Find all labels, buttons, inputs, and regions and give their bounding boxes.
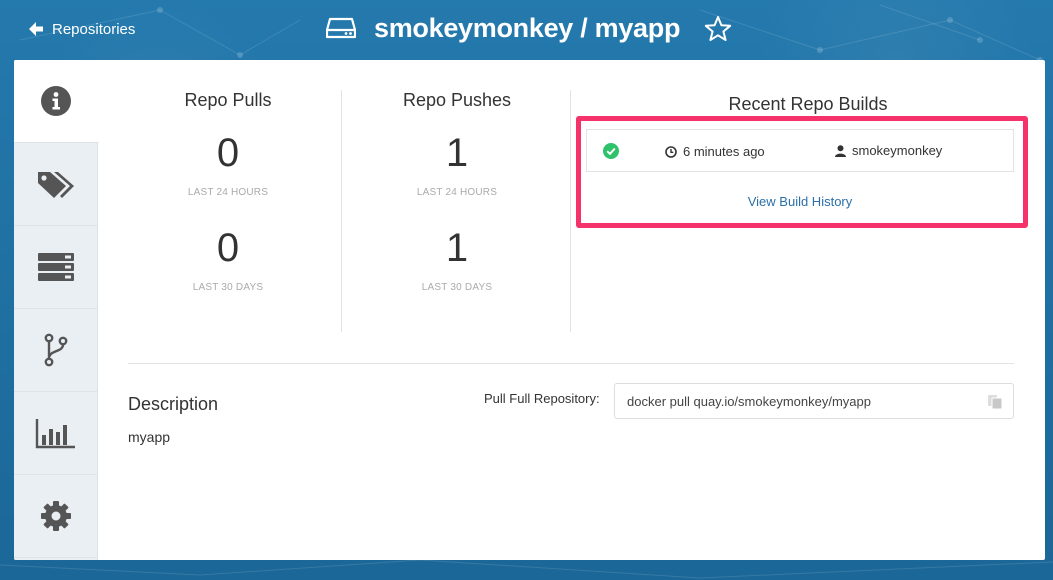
- view-build-history-link[interactable]: View Build History: [698, 194, 902, 209]
- side-tab-bar: [14, 60, 99, 560]
- gear-icon: [41, 501, 71, 531]
- git-branch-icon: [44, 333, 68, 367]
- repo-pushes-stats: Repo Pushes 1 LAST 24 HOURS 1 LAST 30 DA…: [343, 90, 571, 293]
- pushes-24h-count: 1: [445, 131, 469, 175]
- repo-title: smokeymonkey / myapp: [374, 12, 681, 43]
- recent-builds-heading: Recent Repo Builds: [728, 94, 888, 114]
- check-circle-icon: [603, 143, 619, 159]
- tab-builds[interactable]: [14, 226, 98, 309]
- tags-icon: [38, 172, 74, 198]
- description-heading: Description: [128, 394, 219, 414]
- pulls-30d-count: 0: [216, 226, 240, 270]
- repo-pushes-heading: Repo Pushes: [402, 90, 512, 110]
- info-content: Repo Pulls 0 LAST 24 HOURS 0 LAST 30 DAY…: [98, 60, 1045, 560]
- copy-clipboard-icon[interactable]: [987, 394, 1003, 410]
- repo-title-bar: smokeymonkey / myapp: [326, 8, 732, 48]
- repo-pulls-heading: Repo Pulls: [184, 90, 272, 110]
- section-divider: [128, 363, 1014, 364]
- back-link-label: Repositories: [52, 20, 136, 38]
- pushes-30d-count: 1: [445, 226, 469, 270]
- build-user: smokeymonkey: [835, 143, 942, 158]
- pushes-30d-label: LAST 30 DAYS: [421, 282, 493, 293]
- build-time: 6 minutes ago: [665, 144, 765, 159]
- pulls-30d-label: LAST 30 DAYS: [192, 282, 264, 293]
- build-row[interactable]: 6 minutes ago smokeymonkey: [586, 129, 1014, 172]
- tab-usage-logs[interactable]: [14, 392, 98, 475]
- hard-drive-icon: [326, 17, 356, 39]
- arrow-left-icon: [29, 22, 43, 36]
- bar-chart-icon: [35, 419, 75, 449]
- back-to-repositories-link[interactable]: Repositories: [28, 18, 135, 40]
- repo-panel: Repo Pulls 0 LAST 24 HOURS 0 LAST 30 DAY…: [14, 60, 1045, 560]
- description-text[interactable]: myapp: [128, 429, 170, 445]
- repo-pulls-stats: Repo Pulls 0 LAST 24 HOURS 0 LAST 30 DAY…: [114, 90, 342, 293]
- build-user-text: smokeymonkey: [852, 143, 943, 158]
- tab-settings[interactable]: [14, 475, 98, 558]
- tab-tags[interactable]: [14, 143, 98, 226]
- info-icon: [41, 86, 71, 116]
- pull-command-label: Pull Full Repository:: [484, 391, 600, 406]
- top-bar: Repositories smokeymonkey / myapp: [0, 0, 1053, 58]
- column-divider: [570, 90, 571, 332]
- user-icon: [835, 144, 846, 157]
- pulls-24h-label: LAST 24 HOURS: [187, 187, 269, 198]
- pulls-24h-count: 0: [216, 131, 240, 175]
- clock-icon: [665, 145, 677, 158]
- pull-command-input[interactable]: [614, 383, 1014, 419]
- column-divider: [341, 90, 342, 332]
- star-icon[interactable]: [704, 15, 732, 42]
- build-time-text: 6 minutes ago: [683, 144, 765, 159]
- tab-information[interactable]: [14, 60, 99, 143]
- tab-history[interactable]: [14, 309, 98, 392]
- builds-icon: [38, 253, 74, 281]
- pushes-24h-label: LAST 24 HOURS: [416, 187, 498, 198]
